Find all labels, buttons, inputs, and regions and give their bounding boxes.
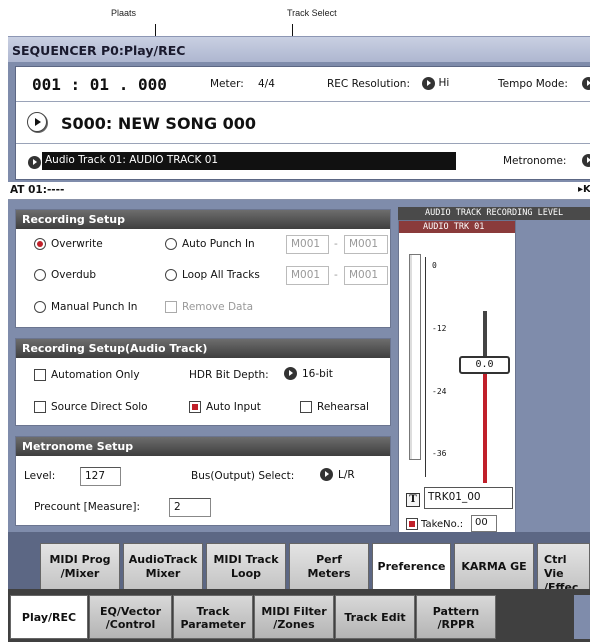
- loop-range-dash: -: [334, 269, 338, 281]
- precount-field[interactable]: 2: [169, 498, 211, 517]
- metronome-popup[interactable]: [582, 153, 590, 167]
- song-name[interactable]: S000: NEW SONG 000: [61, 114, 256, 133]
- overwrite-radio[interactable]: Overwrite: [34, 238, 103, 250]
- tab-track-edit[interactable]: Track Edit: [335, 595, 415, 639]
- tab-track-parameter[interactable]: Track Parameter: [173, 595, 253, 639]
- radio-selected-icon: [34, 238, 46, 250]
- scroll-right-icon[interactable]: ▸K: [578, 184, 590, 195]
- loop-start-field[interactable]: M001: [286, 266, 329, 285]
- tab-midi-filter-zones[interactable]: MIDI Filter/Zones: [254, 595, 334, 639]
- scale-minus36db: -36: [432, 449, 447, 458]
- tab-play-rec[interactable]: Play/REC: [10, 595, 88, 639]
- audio-recording-setup-title: Recording Setup(Audio Track): [16, 339, 390, 358]
- scale-minus12db: -12: [432, 324, 447, 333]
- popup-arrow-icon: [320, 468, 333, 481]
- rehearsal-checkbox[interactable]: Rehearsal: [300, 401, 369, 413]
- source-direct-solo-checkbox[interactable]: Source Direct Solo: [34, 401, 148, 413]
- radio-icon: [34, 269, 46, 281]
- scale-line: [425, 257, 426, 477]
- metronome-setup-title: Metronome Setup: [16, 437, 390, 456]
- radio-icon: [34, 301, 46, 313]
- remove-data-checkbox[interactable]: Remove Data: [165, 301, 253, 313]
- tempo-mode-popup[interactable]: [582, 76, 590, 90]
- song-select-button[interactable]: [27, 112, 47, 132]
- bus-select-popup[interactable]: L/R: [320, 468, 355, 481]
- track-status-bar: AT 01:---- ▸K: [8, 182, 590, 200]
- take-no-field[interactable]: 00: [471, 515, 497, 532]
- manual-punch-in-radio[interactable]: Manual Punch In: [34, 301, 137, 313]
- checkbox-icon: [300, 401, 312, 413]
- callout-plaats: Plaats: [111, 8, 137, 18]
- checkbox-checked-icon: [406, 518, 418, 530]
- tab-pattern-rppr[interactable]: Pattern/RPPR: [416, 595, 496, 639]
- tab-eq-vector-control[interactable]: EQ/Vector/Control: [89, 595, 172, 639]
- metronome-label: Metronome:: [503, 155, 567, 167]
- checkbox-checked-icon: [189, 401, 201, 413]
- checkbox-icon: [165, 301, 177, 313]
- tab-karma-ge[interactable]: KARMA GE: [454, 543, 534, 589]
- track-select-popup-icon[interactable]: [28, 155, 41, 169]
- overdub-radio[interactable]: Overdub: [34, 269, 96, 281]
- fader-track-upper: [483, 311, 487, 361]
- rec-resolution-label: REC Resolution:: [327, 78, 411, 90]
- precount-label: Precount [Measure]:: [34, 501, 141, 513]
- meter-value[interactable]: 4/4: [258, 78, 275, 90]
- audio-recording-setup-panel: Recording Setup(Audio Track) Automation …: [15, 338, 391, 426]
- bottom-tab-bar: Play/REC EQ/Vector/Control Track Paramete…: [8, 589, 590, 642]
- recording-setup-title: Recording Setup: [16, 210, 390, 229]
- recording-level-header: AUDIO TRACK RECORDING LEVEL: [398, 207, 590, 220]
- scale-0db: 0: [432, 261, 437, 270]
- callout-track-select: Track Select: [287, 8, 337, 18]
- track-name-header: AUDIO TRK 01: [399, 221, 515, 233]
- text-edit-button[interactable]: T: [406, 493, 420, 507]
- take-no-checkbox[interactable]: TakeNo.:: [406, 518, 463, 530]
- tab-midi-track-loop[interactable]: MIDI Track Loop: [206, 543, 286, 589]
- auto-input-checkbox[interactable]: Auto Input: [189, 401, 261, 413]
- tab-perf-meters[interactable]: Perf Meters: [289, 543, 369, 589]
- scale-minus24db: -24: [432, 387, 447, 396]
- popup-arrow-icon: [582, 153, 590, 167]
- channel-strip: AUDIO TRK 01 0 -12 -24 -36 0.0 T TRK01_0…: [398, 220, 516, 533]
- tempo-mode-label: Tempo Mode:: [498, 78, 568, 90]
- radio-icon: [165, 269, 177, 281]
- tab-overflow: [574, 595, 590, 639]
- level-meter-bar: [409, 254, 421, 460]
- track-status-label: AT 01:----: [10, 184, 65, 196]
- hdr-bit-depth-popup[interactable]: 16-bit: [284, 367, 333, 380]
- info-panel: 001 : 01 . 000 Meter: 4/4 REC Resolution…: [15, 66, 590, 180]
- take-name-field[interactable]: TRK01_00: [424, 487, 513, 509]
- punch-in-end-field[interactable]: M001: [344, 235, 388, 254]
- loop-all-tracks-radio[interactable]: Loop All Tracks: [165, 269, 260, 281]
- level-label: Level:: [24, 470, 56, 482]
- checkbox-icon: [34, 401, 46, 413]
- popup-arrow-icon: [422, 76, 435, 90]
- radio-icon: [165, 238, 177, 250]
- loop-end-field[interactable]: M001: [344, 266, 388, 285]
- rec-resolution-popup[interactable]: Hi: [422, 76, 449, 90]
- recording-setup-panel: Recording Setup Overwrite Overdub Manual…: [15, 209, 391, 328]
- fader-track-lower: [483, 369, 487, 483]
- meter-label: Meter:: [210, 78, 244, 90]
- hdr-bit-depth-label: HDR Bit Depth:: [189, 369, 269, 381]
- metronome-setup-panel: Metronome Setup Level: 127 Bus(Output) S…: [15, 436, 391, 526]
- punch-in-start-field[interactable]: M001: [286, 235, 329, 254]
- popup-arrow-icon: [284, 367, 297, 380]
- auto-punch-in-radio[interactable]: Auto Punch In: [165, 238, 255, 250]
- popup-arrow-icon: [582, 76, 590, 90]
- location-display[interactable]: 001 : 01 . 000: [32, 75, 167, 94]
- checkbox-icon: [34, 369, 46, 381]
- tab-preference[interactable]: Preference: [372, 543, 451, 589]
- level-field[interactable]: 127: [80, 467, 121, 486]
- page-title: SEQUENCER P0:Play/REC: [8, 36, 590, 62]
- tab-ctrl-view-effect[interactable]: Ctrl Vie/Effec: [537, 543, 590, 594]
- tab-midi-prog-mixer[interactable]: MIDI Prog/Mixer: [40, 543, 120, 589]
- fader-knob[interactable]: 0.0: [459, 356, 510, 374]
- tab-audiotrack-mixer[interactable]: AudioTrack Mixer: [123, 543, 203, 589]
- automation-only-checkbox[interactable]: Automation Only: [34, 369, 140, 381]
- punch-range-dash: -: [334, 238, 338, 250]
- recording-level-panel: AUDIO TRACK RECORDING LEVEL AUDIO TRK 01…: [398, 207, 590, 533]
- track-select-field[interactable]: Audio Track 01: AUDIO TRACK 01: [42, 152, 456, 170]
- bus-select-label: Bus(Output) Select:: [191, 470, 295, 482]
